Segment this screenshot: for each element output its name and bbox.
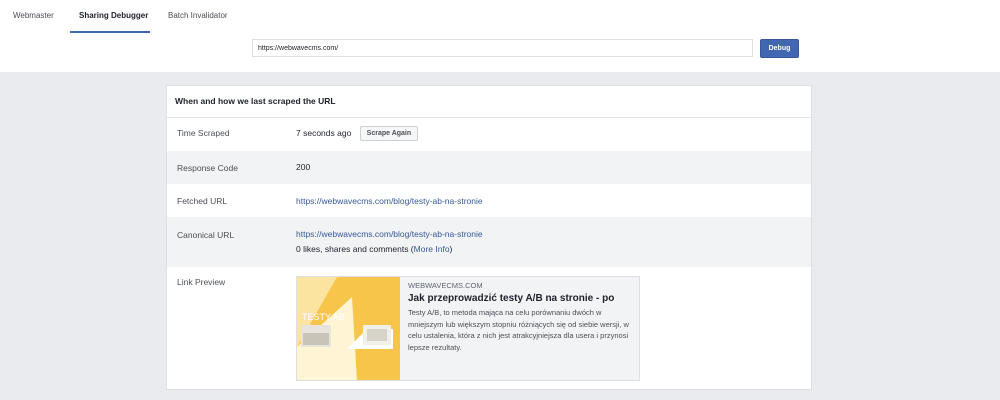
card-title: When and how we last scraped the URL (167, 86, 811, 118)
row-canonical-url: Canonical URL https://webwavecms.com/blo… (167, 217, 811, 267)
preview-image-graphic: TESTY AB (297, 277, 400, 380)
tab-webmaster[interactable]: Webmaster (13, 11, 54, 20)
tab-sharing-debugger[interactable]: Sharing Debugger (79, 11, 148, 20)
row-response-code: Response Code 200 (167, 151, 811, 184)
engagement-stats: 0 likes, shares and comments (More Info) (296, 244, 452, 254)
scrape-again-button[interactable]: Scrape Again (359, 126, 419, 141)
active-tab-indicator (70, 31, 150, 33)
link-preview-label: Link Preview (177, 277, 226, 287)
response-code-label: Response Code (177, 163, 238, 173)
preview-text-block: WEBWAVECMS.COM Jak przeprowadzić testy A… (408, 281, 634, 353)
canonical-url-link[interactable]: https://webwavecms.com/blog/testy-ab-na-… (296, 229, 483, 239)
preview-image-text: TESTY AB (302, 312, 345, 322)
preview-image: TESTY AB (297, 277, 400, 380)
row-time-scraped: Time Scraped 7 seconds ago Scrape Again (167, 118, 811, 151)
fetched-url-link[interactable]: https://webwavecms.com/blog/testy-ab-na-… (296, 196, 483, 206)
url-input[interactable] (252, 39, 753, 57)
row-fetched-url: Fetched URL https://webwavecms.com/blog/… (167, 184, 811, 217)
debug-button[interactable]: Debug (760, 39, 799, 58)
canonical-url-label: Canonical URL (177, 230, 235, 240)
preview-title: Jak przeprowadzić testy A/B na stronie -… (408, 293, 615, 304)
fetched-url-label: Fetched URL (177, 196, 228, 206)
engagement-stats-close: ) (449, 244, 453, 254)
link-preview-card[interactable]: TESTY AB WEBWAVECMS.COM Jak przeprowadzi… (296, 276, 640, 381)
top-bar: Webmaster Sharing Debugger Batch Invalid… (0, 0, 1000, 72)
preview-domain: WEBWAVECMS.COM (408, 281, 483, 290)
scrape-info-card: When and how we last scraped the URL Tim… (166, 85, 812, 390)
response-code-value: 200 (296, 162, 311, 172)
time-scraped-value: 7 seconds ago (296, 127, 352, 138)
engagement-stats-text: 0 likes, shares and comments ( (296, 244, 414, 254)
tab-batch-invalidator[interactable]: Batch Invalidator (168, 11, 228, 20)
preview-description: Testy A/B, to metoda mająca na celu poró… (408, 308, 629, 352)
time-scraped-value-wrap: 7 seconds ago Scrape Again (296, 126, 419, 141)
more-info-link[interactable]: More Info (414, 244, 450, 254)
time-scraped-label: Time Scraped (177, 128, 230, 138)
